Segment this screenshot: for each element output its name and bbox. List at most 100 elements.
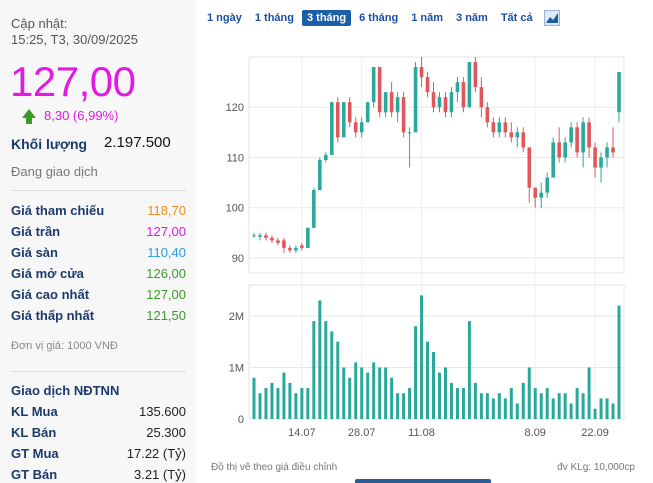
candle-body (521, 132, 526, 148)
candle-body (401, 97, 406, 133)
volume-label: Khối lượng (11, 136, 88, 152)
volume-bar (545, 388, 549, 419)
foreign-row-label: GT Bán (11, 467, 58, 482)
price-row-value: 127,00 (146, 287, 186, 302)
current-price: 127,00 (10, 58, 136, 105)
foreign-row: KL Mua 135.600 (11, 404, 186, 419)
tab-1-year[interactable]: 1 năm (406, 10, 448, 26)
volume-bar (288, 382, 292, 419)
candle-body (443, 97, 448, 113)
candle-body (551, 142, 555, 178)
foreign-row-value: 135.600 (139, 404, 186, 419)
tab-1-day[interactable]: 1 ngày (202, 10, 247, 26)
volume-bar (557, 393, 561, 419)
candle-body (569, 127, 573, 143)
volume-bar (426, 341, 430, 419)
foreign-row: GT Bán 3.21 (Tỷ) (11, 467, 186, 482)
tab-all[interactable]: Tất cả (496, 10, 538, 26)
candle-body (527, 147, 532, 188)
x-tick-label: 28.07 (348, 427, 376, 439)
volume-bar (443, 367, 447, 419)
volume-bar (354, 362, 358, 419)
candle-body (545, 177, 549, 193)
volume-bar (515, 403, 519, 419)
candle-body (575, 127, 579, 153)
candle-body (539, 192, 544, 198)
candle-body (389, 92, 394, 113)
price-row-floor: Giá sàn 110,40 (11, 245, 186, 260)
volume-bar (563, 393, 567, 419)
volume-bar (491, 398, 495, 419)
price-row-value: 127,00 (146, 224, 186, 239)
volume-bar (593, 408, 597, 419)
candle-body (533, 187, 538, 198)
volume-bar (551, 398, 555, 419)
candle-body (455, 82, 460, 93)
candle-body (467, 62, 472, 108)
volume-bar (575, 388, 579, 419)
candle-body (353, 122, 358, 133)
x-tick-label: 14.07 (288, 427, 316, 439)
foreign-row-label: KL Bán (11, 425, 57, 440)
price-row-label: Giá mở cửa (11, 266, 84, 281)
price-unit-note: Đơn vị giá: 1000 VNĐ (11, 340, 118, 352)
candle-body (359, 122, 364, 133)
volume-bar (252, 377, 256, 419)
candle-body (329, 102, 334, 155)
volume-bar (402, 393, 406, 419)
volume-bar (539, 393, 543, 419)
candle-body (485, 107, 490, 123)
candle-body (294, 247, 298, 251)
candle-body (611, 147, 615, 153)
candle-body (300, 245, 304, 248)
chart-scrollbar[interactable] (355, 479, 491, 483)
volume-bar (300, 388, 304, 419)
volume-bar (396, 393, 400, 419)
volume-bar (366, 372, 370, 419)
candle-body (473, 62, 478, 88)
volume-bar (533, 388, 537, 419)
candle-body (377, 67, 382, 113)
candle-body (341, 102, 346, 138)
candle-body (587, 122, 591, 148)
price-row-high: Giá cao nhất 127,00 (11, 287, 186, 302)
volume-bar (503, 398, 507, 419)
volume-tick-label: 0 (238, 414, 244, 426)
chart-note: Đồ thị vẽ theo giá điều chỉnh (211, 462, 338, 473)
price-row-label: Giá tham chiếu (11, 203, 105, 218)
candle-body (425, 77, 430, 93)
tab-3-months[interactable]: 3 tháng (301, 10, 352, 26)
candle-body (252, 235, 256, 237)
volume-bar (527, 367, 531, 419)
candle-body (617, 72, 621, 113)
volume-bar (420, 295, 424, 419)
candle-body (365, 102, 370, 123)
candle-body (264, 235, 268, 238)
divider (11, 371, 186, 372)
volume-bar (324, 321, 328, 419)
price-row-label: Giá cao nhất (11, 287, 90, 302)
price-chart: 90 100 110 120 0 1M 2M 14.07 28.07 11.08 8.09 22.09 (226, 56, 625, 439)
volume-unit-note: đv KLg: 10,000cp (557, 462, 635, 473)
volume-bar (294, 393, 298, 419)
volume-bar (461, 388, 465, 419)
tab-3-years[interactable]: 3 năm (451, 10, 493, 26)
foreign-row: GT Mua 17.22 (Tỷ) (11, 446, 186, 461)
volume-bar (485, 393, 489, 419)
candle-body (335, 102, 340, 138)
tab-1-month[interactable]: 1 tháng (250, 10, 299, 26)
volume-bar (437, 372, 441, 419)
volume-bar (312, 321, 316, 419)
tab-6-months[interactable]: 6 tháng (354, 10, 403, 26)
foreign-row-value: 3.21 (Tỷ) (133, 467, 186, 482)
price-row-value: 110,40 (147, 245, 186, 260)
price-tick-label: 110 (226, 152, 244, 164)
volume-bar (276, 388, 280, 419)
candle-body (413, 67, 418, 133)
chart-icon[interactable] (543, 10, 560, 26)
volume-bar (282, 372, 286, 419)
candle-body (431, 92, 436, 108)
x-tick-label: 11.08 (408, 427, 435, 439)
volume-bar (372, 362, 376, 419)
candle-body (509, 132, 514, 138)
